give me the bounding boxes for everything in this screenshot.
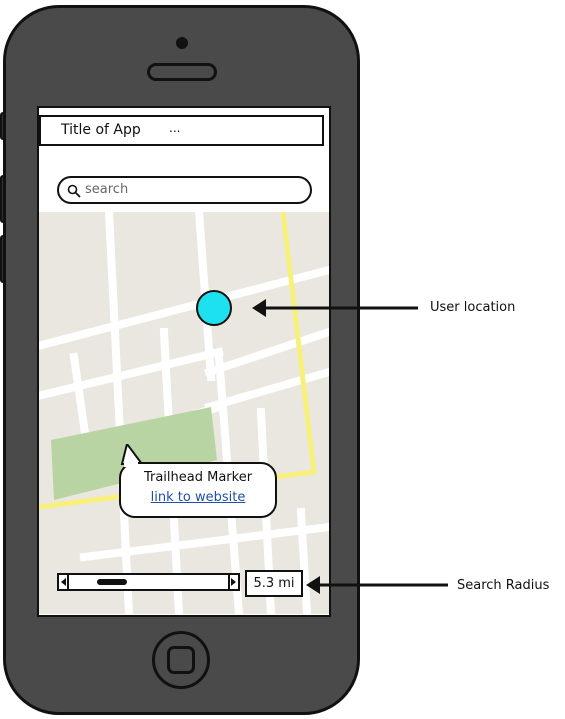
app-title: Title of App bbox=[61, 122, 141, 138]
search-icon bbox=[67, 183, 81, 198]
map-drawing bbox=[39, 212, 329, 614]
radius-value: 5.3 mi bbox=[245, 570, 303, 597]
camera-icon bbox=[176, 37, 188, 49]
search-input[interactable]: search bbox=[57, 176, 312, 204]
app-title-bar: Title of App ... bbox=[39, 115, 324, 146]
search-placeholder: search bbox=[85, 182, 129, 197]
search-radius-annotation: Search Radius bbox=[457, 578, 550, 593]
home-square-icon bbox=[167, 646, 195, 674]
title-more-icon[interactable]: ... bbox=[169, 121, 180, 135]
user-location-annotation: User location bbox=[430, 300, 516, 315]
radius-slider[interactable] bbox=[57, 573, 240, 591]
arrow-right-icon[interactable] bbox=[228, 575, 238, 589]
map-view[interactable] bbox=[39, 212, 329, 614]
user-location-arrow bbox=[252, 299, 418, 317]
user-location-marker[interactable] bbox=[196, 290, 232, 326]
bubble-pointer-cover bbox=[124, 461, 138, 467]
arrow-left-icon[interactable] bbox=[59, 575, 69, 589]
speaker-grille bbox=[147, 63, 217, 81]
trailhead-marker-popup[interactable]: Trailhead Marker link to website bbox=[119, 462, 277, 518]
slider-thumb[interactable] bbox=[97, 579, 127, 585]
website-link[interactable]: link to website bbox=[121, 490, 275, 505]
trailhead-title: Trailhead Marker bbox=[143, 470, 253, 485]
search-radius-arrow bbox=[306, 576, 448, 594]
